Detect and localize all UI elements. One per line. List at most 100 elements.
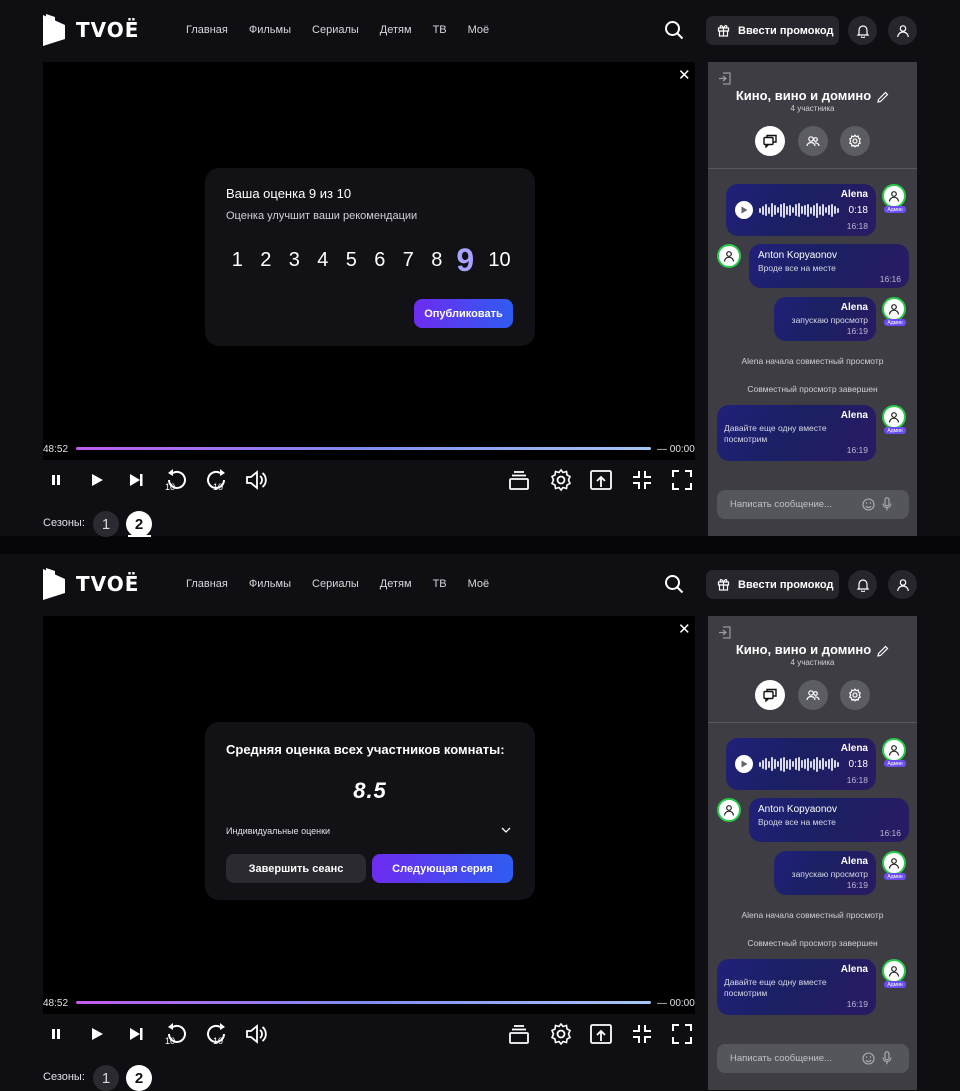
- nav-item-tv[interactable]: ТВ: [433, 24, 447, 36]
- nav-item-kids[interactable]: Детям: [380, 24, 412, 36]
- message-input[interactable]: Написать сообщение...: [717, 1044, 909, 1073]
- nav-item-movies[interactable]: Фильмы: [249, 24, 291, 36]
- promo-code-button[interactable]: Ввести промокод: [706, 570, 839, 599]
- individual-ratings-toggle[interactable]: Индивидуальные оценки: [226, 826, 330, 836]
- emoji-icon[interactable]: [862, 1052, 875, 1065]
- svg-text:10: 10: [165, 482, 175, 492]
- nav-item-mine[interactable]: Моё: [468, 578, 490, 590]
- time-remaining: — 00:00: [657, 998, 695, 1009]
- collapse-icon[interactable]: [630, 1022, 654, 1046]
- progress-bar[interactable]: [76, 447, 651, 450]
- search-icon[interactable]: [664, 574, 684, 594]
- play-icon[interactable]: [84, 1022, 108, 1046]
- promo-code-button[interactable]: Ввести промокод: [706, 16, 839, 45]
- avatar[interactable]: [882, 851, 906, 875]
- tab-participants[interactable]: [798, 126, 828, 156]
- collapse-icon[interactable]: [630, 468, 654, 492]
- exit-icon[interactable]: [718, 626, 731, 639]
- nav-item-movies[interactable]: Фильмы: [249, 578, 291, 590]
- volume-icon[interactable]: [244, 1022, 268, 1046]
- tab-chat[interactable]: [755, 126, 785, 156]
- tab-chat[interactable]: [755, 680, 785, 710]
- fullscreen-icon[interactable]: [670, 1022, 694, 1046]
- publish-button[interactable]: Опубликовать: [414, 299, 513, 328]
- season-button[interactable]: 1: [93, 511, 119, 537]
- nav-item-home[interactable]: Главная: [186, 24, 228, 36]
- microphone-icon[interactable]: [882, 497, 892, 511]
- rewind-10-icon[interactable]: 10: [164, 1022, 188, 1046]
- progress-bar[interactable]: [76, 1001, 651, 1004]
- rating-option[interactable]: 6: [366, 246, 395, 274]
- voice-play-button[interactable]: [735, 755, 753, 773]
- edit-icon[interactable]: [877, 645, 889, 657]
- settings-icon[interactable]: [549, 1022, 573, 1046]
- search-icon[interactable]: [664, 20, 684, 40]
- nav-item-mine[interactable]: Моё: [468, 24, 490, 36]
- fullscreen-icon[interactable]: [670, 468, 694, 492]
- next-episode-icon[interactable]: [124, 1022, 148, 1046]
- nav-item-home[interactable]: Главная: [186, 578, 228, 590]
- forward-10-icon[interactable]: 10: [205, 468, 229, 492]
- exit-icon[interactable]: [718, 72, 731, 85]
- tab-settings[interactable]: [840, 126, 870, 156]
- forward-10-icon[interactable]: 10: [205, 1022, 229, 1046]
- nav-item-series[interactable]: Сериалы: [312, 24, 359, 36]
- rating-option[interactable]: 1: [223, 246, 252, 274]
- rating-option[interactable]: 10: [480, 246, 520, 274]
- logo[interactable]: TVOЁ: [42, 566, 139, 602]
- avatar[interactable]: [882, 959, 906, 983]
- rating-option-selected[interactable]: 9: [451, 244, 480, 276]
- rating-option[interactable]: 3: [280, 246, 309, 274]
- close-icon[interactable]: ✕: [678, 620, 691, 638]
- emoji-icon[interactable]: [862, 498, 875, 511]
- season-button-selected[interactable]: 2: [126, 1065, 152, 1091]
- logo[interactable]: TVOЁ: [42, 12, 139, 48]
- message-input[interactable]: Написать сообщение...: [717, 490, 909, 519]
- profile-button[interactable]: [888, 570, 917, 599]
- rating-option[interactable]: 4: [309, 246, 338, 274]
- tab-participants[interactable]: [798, 680, 828, 710]
- user-icon: [888, 858, 900, 869]
- pause-icon[interactable]: [44, 1022, 68, 1046]
- rating-option[interactable]: 2: [252, 246, 281, 274]
- nav-item-series[interactable]: Сериалы: [312, 578, 359, 590]
- season-button[interactable]: 1: [93, 1065, 119, 1091]
- message-time: 16:19: [846, 880, 868, 890]
- playlist-icon[interactable]: [507, 468, 531, 492]
- notifications-button[interactable]: [848, 16, 877, 45]
- avatar[interactable]: [882, 297, 906, 321]
- rating-option[interactable]: 7: [394, 246, 423, 274]
- notifications-button[interactable]: [848, 570, 877, 599]
- volume-icon[interactable]: [244, 468, 268, 492]
- pause-icon[interactable]: [44, 468, 68, 492]
- microphone-icon[interactable]: [882, 1051, 892, 1065]
- avatar[interactable]: [882, 184, 906, 208]
- avatar[interactable]: [882, 738, 906, 762]
- avatar[interactable]: [882, 405, 906, 429]
- season-button-selected[interactable]: 2: [126, 511, 152, 537]
- rating-option[interactable]: 5: [337, 246, 366, 274]
- share-screen-icon[interactable]: [589, 1022, 613, 1046]
- tab-settings[interactable]: [840, 680, 870, 710]
- avatar[interactable]: [717, 798, 741, 822]
- nav-item-kids[interactable]: Детям: [380, 578, 412, 590]
- voice-play-button[interactable]: [735, 201, 753, 219]
- chat-panel: Кино, вино и домино 4 участника Alena 0:…: [708, 616, 917, 1090]
- next-episode-icon[interactable]: [124, 468, 148, 492]
- settings-icon[interactable]: [549, 468, 573, 492]
- share-screen-icon[interactable]: [589, 468, 613, 492]
- nav-item-tv[interactable]: ТВ: [433, 578, 447, 590]
- profile-button[interactable]: [888, 16, 917, 45]
- play-icon[interactable]: [84, 468, 108, 492]
- edit-icon[interactable]: [877, 91, 889, 103]
- average-value: 8.5: [353, 778, 387, 803]
- avatar[interactable]: [717, 244, 741, 268]
- message-time: 16:19: [846, 445, 868, 455]
- next-episode-button[interactable]: Следующая серия: [372, 854, 513, 883]
- end-session-button[interactable]: Завершить сеанс: [226, 854, 366, 883]
- rating-option[interactable]: 8: [423, 246, 452, 274]
- rewind-10-icon[interactable]: 10: [164, 468, 188, 492]
- playlist-icon[interactable]: [507, 1022, 531, 1046]
- chevron-down-icon[interactable]: [501, 826, 511, 834]
- close-icon[interactable]: ✕: [678, 66, 691, 84]
